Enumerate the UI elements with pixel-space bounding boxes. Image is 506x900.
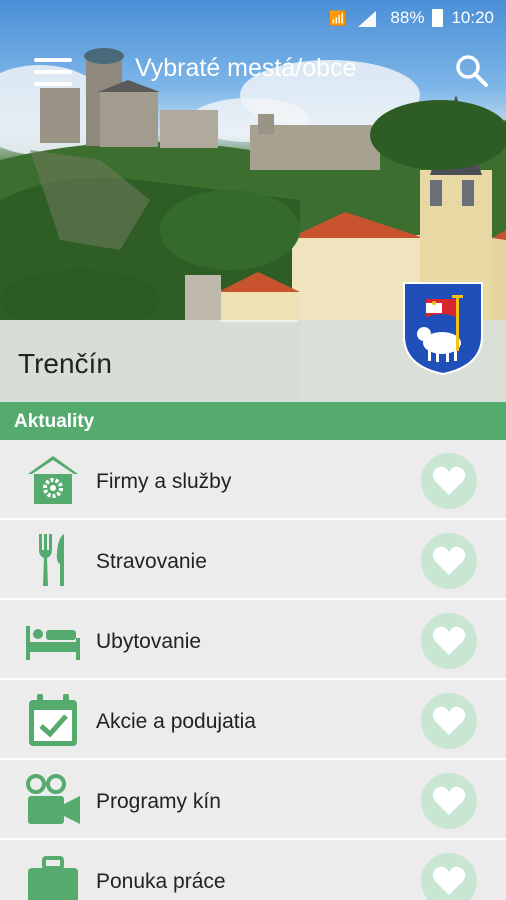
favorite-heart-icon[interactable] [421,853,477,900]
section-header-aktuality[interactable]: Aktuality [0,402,506,440]
house-gear-icon [28,456,78,504]
favorite-heart-icon[interactable] [421,533,477,589]
list-item-akcie-a-podujatia[interactable]: Akcie a podujatia [0,680,506,760]
list-item-label: Ubytovanie [96,630,202,653]
city-crest-icon [403,282,483,376]
list-item-label: Ponuka práce [96,870,226,893]
list-item-programy-kin[interactable]: Programy kín [0,760,506,840]
favorite-heart-icon[interactable] [421,453,477,509]
fork-knife-icon [39,534,64,586]
list-item-label: Programy kín [96,790,221,813]
city-name: Trenčín [18,348,112,379]
favorite-heart-icon[interactable] [421,773,477,829]
battery-percent: 88% [390,8,425,27]
favorite-heart-icon[interactable] [421,613,477,669]
favorite-heart-icon[interactable] [421,693,477,749]
briefcase-icon [28,856,78,900]
status-bar: 📶 88% 10:20 [0,0,506,36]
hamburger-menu-icon[interactable] [30,54,76,90]
list-item-firmy-a-sluzby[interactable]: Firmy a služby [0,440,506,520]
category-list: Firmy a služby Stravovanie Ubytovanie Ak… [0,440,506,900]
list-item-stravovanie[interactable]: Stravovanie [0,520,506,600]
search-icon[interactable] [454,53,490,89]
list-item-label: Firmy a služby [96,470,232,493]
page-title: Vybraté mestá/obce [135,54,357,82]
video-camera-icon [26,774,80,824]
list-item-ponuka-prace[interactable]: Ponuka práce [0,840,506,900]
battery-icon [432,9,444,27]
clock: 10:20 [451,8,494,27]
calendar-check-icon [29,694,77,746]
list-item-label: Akcie a podujatia [96,710,256,733]
signal-strength-icon [358,11,377,27]
section-title: Aktuality [14,411,95,432]
bed-icon [26,626,80,660]
app-toolbar: Vybraté mestá/obce [0,36,506,108]
list-item-ubytovanie[interactable]: Ubytovanie [0,600,506,680]
wifi-icon: 📶 [328,9,347,26]
list-item-label: Stravovanie [96,550,207,573]
